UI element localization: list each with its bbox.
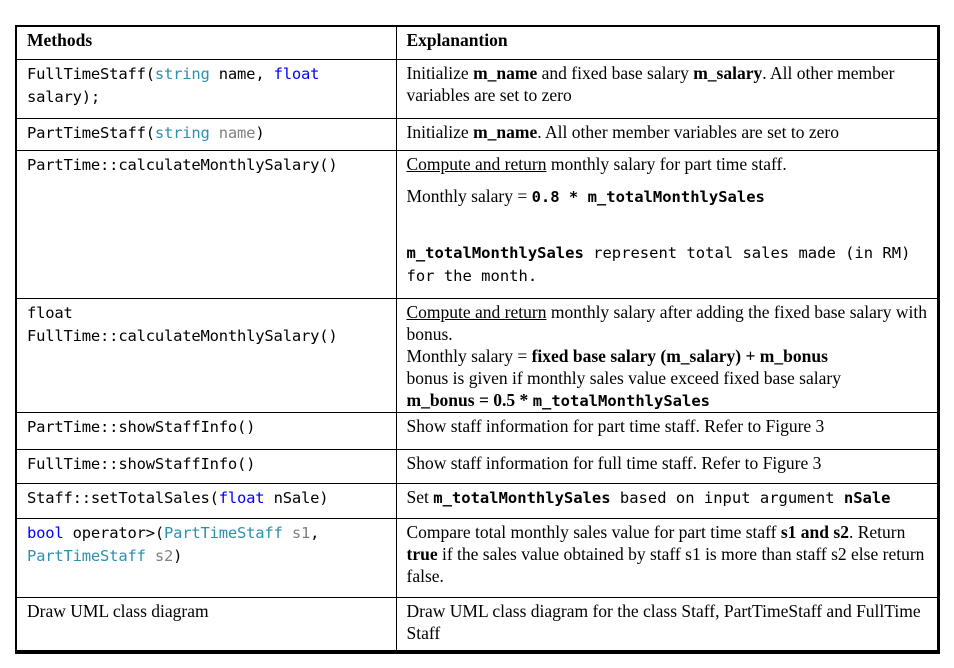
- table-row: PartTime::calculateMonthlySalary() Compu…: [15, 149, 939, 299]
- methods-table: Methods Explanantion FullTimeStaff(strin…: [15, 25, 940, 654]
- explanation-cell: Compute and return monthly salary after …: [395, 297, 939, 413]
- method-cell: PartTimeStaff(string name): [15, 117, 397, 151]
- explanation-cell: Initialize m_name and fixed base salary …: [395, 58, 939, 119]
- explanation-cell: Draw UML class diagram for the class Sta…: [395, 596, 939, 653]
- table-row: float FullTime::calculateMonthlySalary() …: [15, 297, 939, 413]
- method-cell: FullTime::showStaffInfo(): [15, 448, 397, 484]
- method-signature: PartTime::showStaffInfo(): [27, 417, 256, 436]
- explanation-cell: Set m_totalMonthlySales based on input a…: [395, 482, 939, 519]
- method-cell: PartTime::calculateMonthlySalary(): [15, 149, 397, 299]
- explanation-cell: Compute and return monthly salary for pa…: [395, 149, 939, 299]
- method-signature: FullTimeStaff(string name, float salary);: [27, 64, 320, 106]
- table-row: PartTime::showStaffInfo() Show staff inf…: [15, 411, 939, 450]
- table-row: bool operator>(PartTimeStaff s1, PartTime…: [15, 517, 939, 598]
- method-cell: FullTimeStaff(string name, float salary);: [15, 58, 397, 119]
- table-row: Staff::setTotalSales(float nSale) Set m_…: [15, 482, 939, 519]
- explanation-cell: Compare total monthly sales value for pa…: [395, 517, 939, 598]
- table-header-row: Methods Explanantion: [15, 25, 939, 60]
- explanation-cell: Show staff information for part time sta…: [395, 411, 939, 450]
- method-signature: PartTimeStaff(string name): [27, 123, 265, 142]
- method-signature: float FullTime::calculateMonthlySalary(): [27, 303, 338, 345]
- method-cell: Staff::setTotalSales(float nSale): [15, 482, 397, 519]
- header-methods: Methods: [15, 25, 397, 60]
- table-row: FullTimeStaff(string name, float salary);…: [15, 58, 939, 119]
- method-cell: Draw UML class diagram: [15, 596, 397, 653]
- method-cell: float FullTime::calculateMonthlySalary(): [15, 297, 397, 413]
- method-signature: PartTime::calculateMonthlySalary(): [27, 155, 338, 174]
- table-row: Draw UML class diagram Draw UML class di…: [15, 596, 939, 653]
- method-signature: FullTime::showStaffInfo(): [27, 454, 256, 473]
- method-cell: bool operator>(PartTimeStaff s1, PartTime…: [15, 517, 397, 598]
- method-signature: Staff::setTotalSales(float nSale): [27, 488, 329, 507]
- method-signature: bool operator>(PartTimeStaff s1, PartTime…: [27, 523, 320, 565]
- header-explanation: Explanantion: [395, 25, 939, 60]
- explanation-cell: Initialize m_name. All other member vari…: [395, 117, 939, 151]
- table-row: PartTimeStaff(string name) Initialize m_…: [15, 117, 939, 151]
- table-row: FullTime::showStaffInfo() Show staff inf…: [15, 448, 939, 484]
- explanation-cell: Show staff information for full time sta…: [395, 448, 939, 484]
- method-cell: PartTime::showStaffInfo(): [15, 411, 397, 450]
